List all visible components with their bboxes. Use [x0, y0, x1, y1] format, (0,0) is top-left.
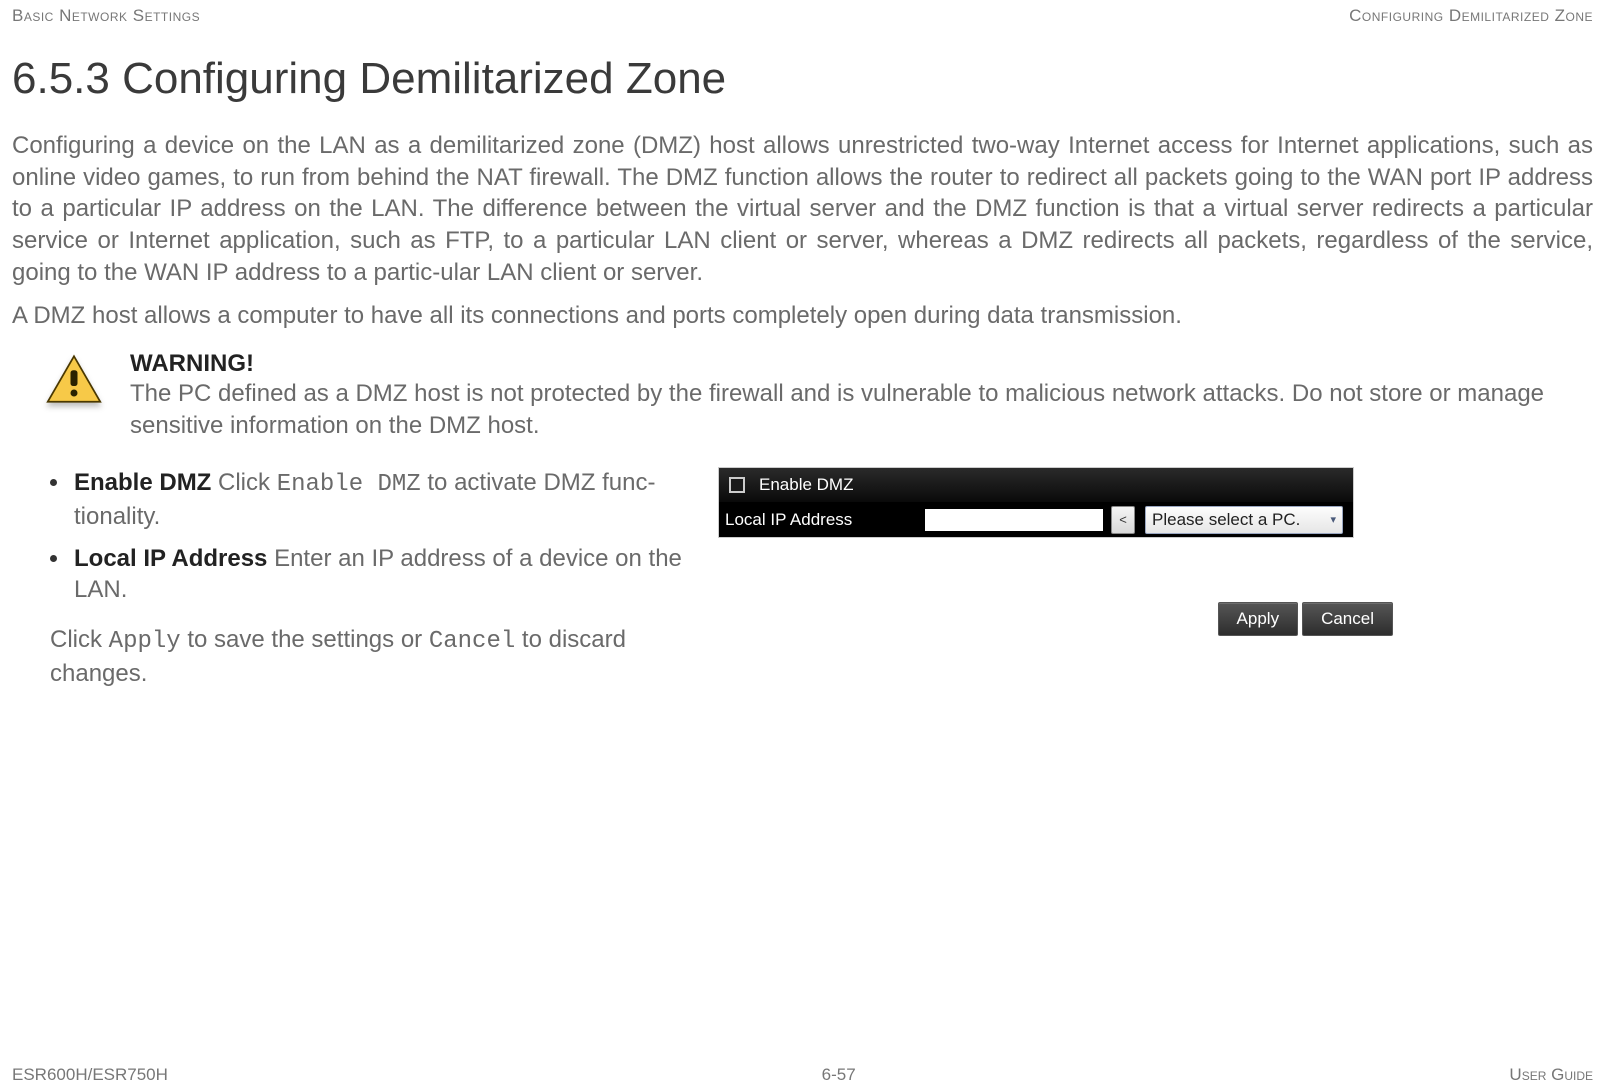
code-cancel: Cancel: [429, 628, 515, 655]
cancel-button[interactable]: Cancel: [1302, 602, 1393, 636]
enable-dmz-checkbox[interactable]: [729, 477, 745, 493]
term-enable-dmz: Enable DMZ: [74, 469, 211, 496]
footer-page-number: 6-57: [822, 1065, 856, 1085]
code-enable-dmz: Enable DMZ: [277, 471, 421, 498]
warning-icon: [46, 354, 102, 409]
warning-body: The PC defined as a DMZ host is not prot…: [130, 378, 1593, 441]
warning-heading: WARNING!: [130, 350, 1593, 378]
enable-dmz-row: Enable DMZ: [719, 468, 1353, 502]
code-apply: Apply: [109, 628, 181, 655]
ip-copy-button[interactable]: <: [1111, 506, 1135, 534]
intro-paragraph-2: A DMZ host allows a computer to have all…: [12, 300, 1593, 332]
page-header: Basic Network Settings Configuring Demil…: [12, 0, 1593, 36]
pc-select-dropdown[interactable]: Please select a PC. ▾: [1145, 506, 1343, 534]
warning-block: WARNING! The PC defined as a DMZ host is…: [12, 350, 1593, 441]
chevron-down-icon: ▾: [1330, 513, 1336, 526]
action-text: to save the settings or: [181, 626, 429, 653]
footer-guide: User Guide: [1509, 1065, 1593, 1085]
list-item: Enable DMZ Click Enable DMZ to activate …: [50, 467, 710, 532]
pc-select-label: Please select a PC.: [1152, 510, 1300, 530]
footer-model: ESR600H/ESR750H: [12, 1065, 168, 1085]
button-row: Apply Cancel: [718, 602, 1593, 636]
action-paragraph: Click Apply to save the settings or Canc…: [50, 624, 710, 689]
intro-paragraph-1: Configuring a device on the LAN as a dem…: [12, 130, 1593, 288]
page-footer: ESR600H/ESR750H 6-57 User Guide: [12, 1065, 1593, 1085]
action-text: Click: [50, 626, 109, 653]
local-ip-input[interactable]: [925, 509, 1103, 531]
term-local-ip: Local IP Address: [74, 545, 267, 572]
header-left: Basic Network Settings: [12, 6, 200, 26]
def-text: Click: [211, 469, 276, 496]
header-right: Configuring Demilitarized Zone: [1349, 6, 1593, 26]
local-ip-row: Local IP Address < Please select a PC. ▾: [719, 502, 1353, 537]
list-item: Local IP Address Enter an IP address of …: [50, 543, 710, 606]
enable-dmz-label: Enable DMZ: [759, 475, 853, 495]
page-title: 6.5.3 Configuring Demilitarized Zone: [12, 54, 1593, 104]
dmz-settings-panel: Enable DMZ Local IP Address < Please sel…: [718, 467, 1354, 538]
local-ip-label: Local IP Address: [725, 510, 925, 530]
definition-list: Enable DMZ Click Enable DMZ to activate …: [50, 467, 710, 606]
apply-button[interactable]: Apply: [1218, 602, 1299, 636]
